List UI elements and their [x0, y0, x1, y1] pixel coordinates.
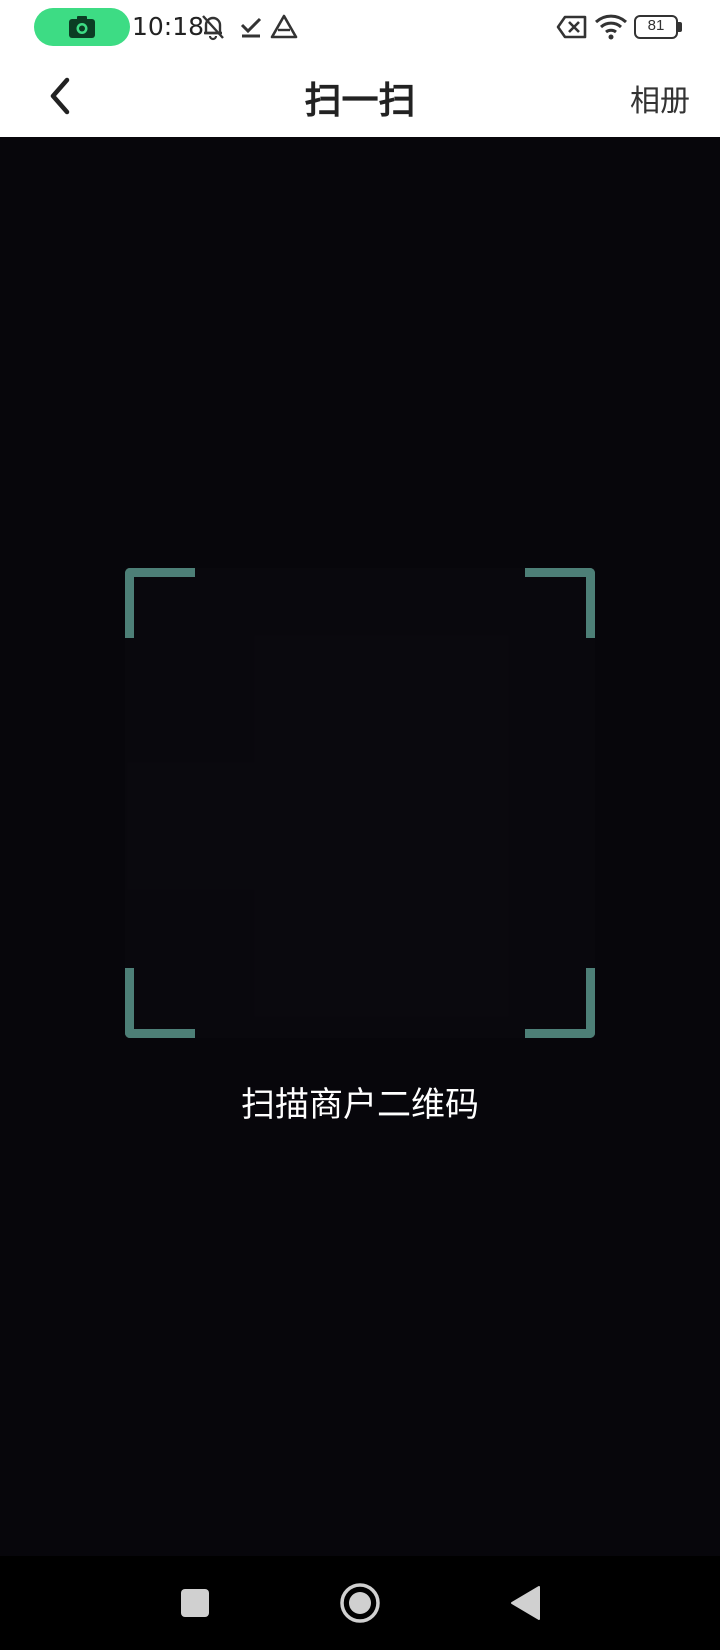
status-bar: 10:18 81 — [0, 0, 720, 56]
camera-icon — [69, 16, 95, 38]
page-title: 扫一扫 — [304, 79, 416, 122]
header-bar: 扫一扫 相册 — [0, 56, 720, 137]
scan-frame — [125, 568, 595, 1038]
battery-icon: 81 — [634, 15, 682, 39]
scan-hint-text: 扫描商户二维码 — [241, 1085, 479, 1125]
sim-off-icon — [556, 15, 587, 39]
home-button[interactable] — [335, 1578, 385, 1628]
status-time: 10:18 — [132, 12, 205, 41]
back-nav-button[interactable] — [500, 1578, 550, 1628]
bell-off-icon — [202, 15, 224, 41]
scan-frame-corner-top-right — [525, 568, 595, 638]
scan-frame-corner-bottom-right — [525, 968, 595, 1038]
wifi-icon — [594, 14, 628, 40]
system-nav-bar — [0, 1556, 720, 1650]
scan-frame-corner-top-left — [125, 568, 195, 638]
back-triangle-icon — [511, 1586, 540, 1620]
download-done-icon — [240, 17, 262, 38]
scan-frame-corner-bottom-left — [125, 968, 195, 1038]
recents-square-icon — [181, 1589, 209, 1617]
recents-button[interactable] — [170, 1578, 220, 1628]
album-button[interactable]: 相册 — [630, 76, 690, 120]
home-circle-icon — [340, 1583, 380, 1623]
camera-viewfinder: 扫描商户二维码 — [0, 137, 720, 1556]
battery-level: 81 — [647, 17, 665, 34]
camera-indicator-pill — [34, 8, 130, 46]
drive-icon — [270, 14, 298, 39]
